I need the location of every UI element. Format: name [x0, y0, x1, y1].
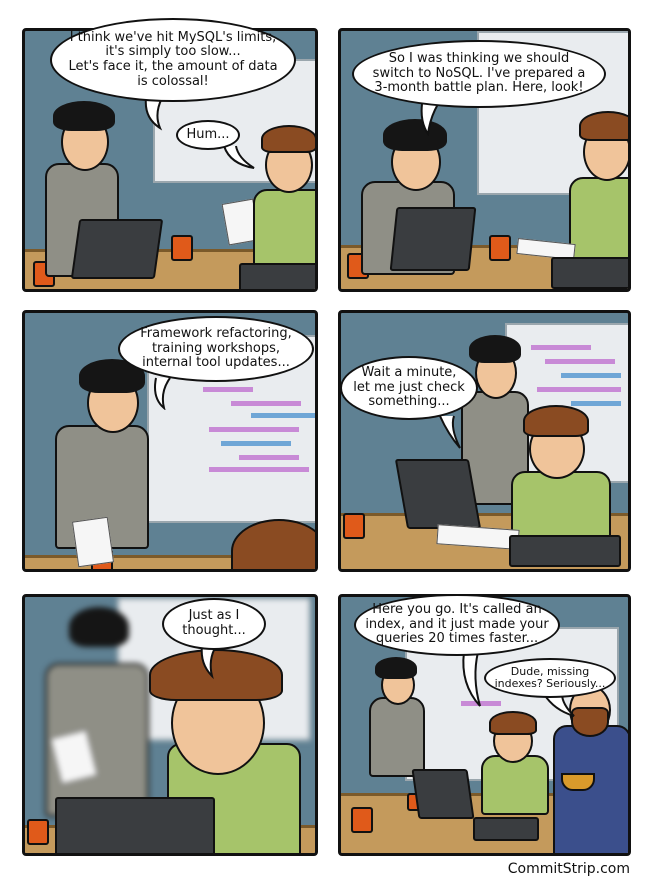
gantt-bar	[571, 401, 621, 406]
speech-bubble: Just as I thought...	[162, 598, 266, 650]
hair	[53, 101, 115, 131]
laptop	[70, 219, 164, 279]
gantt-bar	[537, 387, 621, 392]
gantt-bar	[251, 413, 315, 418]
speech-bubble: Here you go. It's called an index, and i…	[354, 594, 560, 656]
speech-bubble: So I was thinking we should switch to No…	[352, 40, 606, 108]
gantt-bar	[209, 467, 309, 472]
paper	[71, 516, 115, 568]
snack-bowl	[561, 773, 595, 791]
laptop	[394, 459, 482, 529]
hair	[489, 711, 537, 735]
bubble-tail	[439, 415, 461, 449]
bubble-tail	[223, 145, 255, 169]
gantt-bar	[209, 427, 299, 432]
site-credit: CommitStrip.com	[507, 861, 630, 877]
gantt-bar	[231, 401, 301, 406]
laptop	[473, 817, 539, 841]
laptop	[389, 207, 477, 271]
gantt-bar	[545, 359, 615, 364]
laptop	[55, 797, 215, 853]
mug	[351, 807, 373, 833]
hair	[69, 607, 129, 647]
mug	[171, 235, 193, 261]
bubble-tail	[420, 103, 439, 136]
laptop	[551, 257, 628, 289]
gantt-bar	[239, 455, 299, 460]
shirt	[481, 755, 549, 815]
gantt-bar	[531, 345, 591, 350]
mug	[489, 235, 511, 261]
mug	[343, 513, 365, 539]
hair	[375, 657, 417, 679]
vest	[369, 697, 425, 777]
speech-bubble: Hum...	[176, 120, 240, 150]
speech-bubble: Dude, missing indexes? Seriously...	[484, 658, 616, 698]
speech-bubble: I think we've hit MySQL's limits, it's s…	[50, 18, 296, 102]
gantt-bar	[221, 441, 291, 446]
hair	[231, 519, 315, 569]
hair	[469, 335, 521, 363]
laptop	[509, 535, 621, 567]
hair	[523, 405, 589, 437]
panel-4	[338, 310, 631, 572]
hair	[579, 111, 628, 141]
speech-bubble: Wait a minute, let me just check somethi…	[340, 356, 478, 420]
shirt	[553, 725, 628, 853]
bubble-tail	[154, 377, 171, 410]
gantt-bar	[561, 373, 621, 378]
shirt	[569, 177, 628, 265]
hair	[261, 125, 315, 153]
speech-bubble: Framework refactoring, training workshop…	[118, 316, 314, 382]
mug	[27, 819, 49, 845]
laptop	[411, 769, 475, 819]
gantt-bar	[203, 387, 253, 392]
laptop	[239, 263, 315, 289]
